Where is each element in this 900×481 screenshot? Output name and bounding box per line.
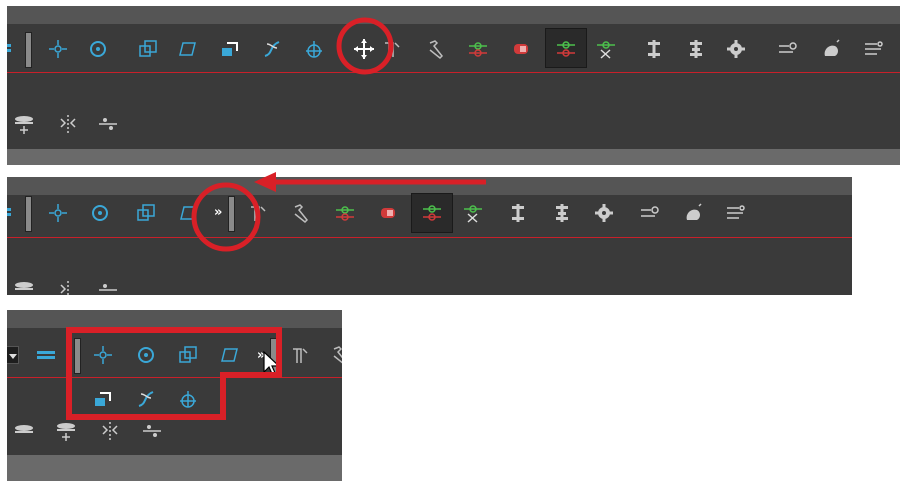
- blob-icon[interactable]: [683, 202, 705, 224]
- toolbar-grip-handle[interactable]: [25, 32, 32, 68]
- skew-icon[interactable]: [177, 38, 199, 60]
- panel-bottom-strip: [7, 455, 342, 481]
- hammer-icon[interactable]: [290, 202, 312, 224]
- scale-icon[interactable]: [137, 38, 159, 60]
- scale-icon[interactable]: [135, 202, 157, 224]
- pivot-move-icon[interactable]: [47, 38, 69, 60]
- toolbar-grip-handle[interactable]: [25, 196, 32, 232]
- rigging-green-icon[interactable]: [467, 38, 489, 60]
- toolbar-divider-line: [7, 72, 900, 73]
- toolbar-panel-collapsed: »: [7, 177, 852, 295]
- rigging-red-icon[interactable]: [377, 202, 399, 224]
- bone-icon[interactable]: [289, 344, 311, 366]
- split-icon[interactable]: [57, 113, 79, 135]
- highlight-circle-chevron: [191, 182, 261, 252]
- pivot-move-icon[interactable]: [47, 202, 69, 224]
- active-rigging-icon[interactable]: [421, 202, 443, 224]
- rotate-icon[interactable]: [89, 202, 111, 224]
- rigging-red-icon[interactable]: [510, 38, 532, 60]
- spine-1-icon[interactable]: [643, 38, 665, 60]
- gear-spine-icon[interactable]: [725, 38, 747, 60]
- toolbar-divider-line: [7, 237, 852, 238]
- active-rigging-icon[interactable]: [555, 38, 577, 60]
- gear-spine-icon[interactable]: [593, 202, 615, 224]
- slider-icon[interactable]: [639, 202, 661, 224]
- rigging-x-icon[interactable]: [462, 202, 484, 224]
- blob-icon[interactable]: [821, 38, 843, 60]
- split-icon[interactable]: [57, 279, 79, 295]
- spine-2-icon[interactable]: [685, 38, 707, 60]
- stack-icon[interactable]: [35, 345, 57, 367]
- slider-icon[interactable]: [777, 38, 799, 60]
- settings-lines-icon[interactable]: [863, 38, 885, 60]
- rigging-x-icon[interactable]: [595, 38, 617, 60]
- swap-icon[interactable]: [97, 113, 119, 135]
- expanded-group-highlight: [66, 327, 282, 420]
- stack-icon[interactable]: [7, 202, 23, 224]
- collapse-direction-arrow: [254, 172, 486, 192]
- toolbar-panel-full: [7, 6, 900, 165]
- layer-flat-icon[interactable]: [13, 420, 35, 442]
- dropdown-arrow-icon[interactable]: [7, 346, 19, 364]
- panel-top-strip: [7, 6, 900, 24]
- spline-offset-icon[interactable]: [261, 38, 283, 60]
- stack-icon[interactable]: [7, 38, 23, 60]
- rigging-green-icon[interactable]: [334, 202, 356, 224]
- panel-bottom-strip: [7, 149, 900, 165]
- settings-lines-icon[interactable]: [725, 202, 747, 224]
- swap-icon[interactable]: [97, 279, 119, 295]
- highlight-circle-move: [336, 17, 394, 75]
- transform-3d-icon[interactable]: [219, 38, 241, 60]
- hammer-icon[interactable]: [425, 38, 447, 60]
- spine-1-icon[interactable]: [507, 202, 529, 224]
- spine-2-icon[interactable]: [551, 202, 573, 224]
- layer-add-icon[interactable]: [13, 279, 35, 295]
- hammer-icon[interactable]: [329, 344, 342, 366]
- layer-add-icon[interactable]: [13, 113, 35, 135]
- reposition-all-icon[interactable]: [303, 38, 325, 60]
- rotate-icon[interactable]: [87, 38, 109, 60]
